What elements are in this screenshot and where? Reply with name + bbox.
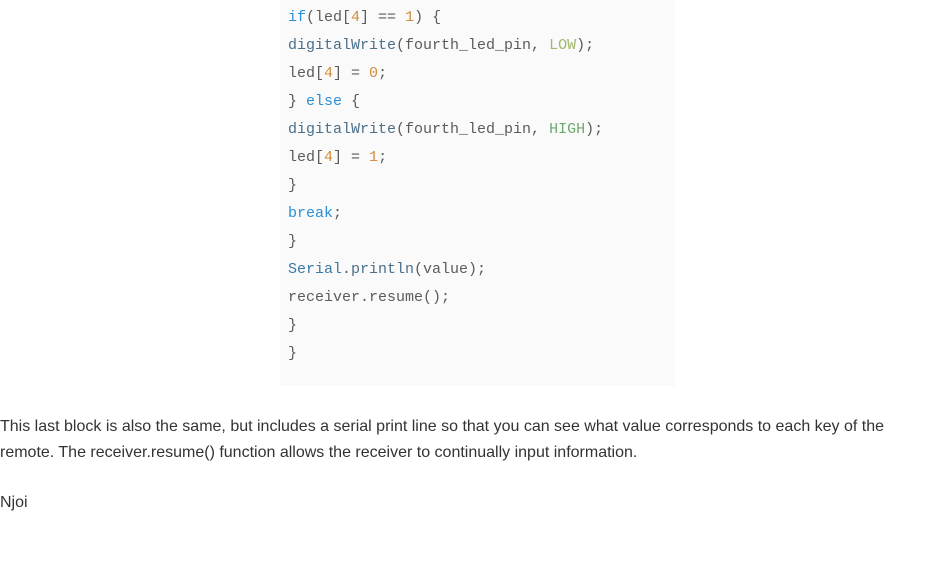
code-line-13: } xyxy=(280,340,675,368)
code-number: 0 xyxy=(369,65,378,82)
code-line-9: } xyxy=(280,228,675,256)
code-line-3: led[4] = 0; xyxy=(280,60,675,88)
code-text: ); xyxy=(585,121,603,138)
code-text: receiver.resume(); xyxy=(288,289,450,306)
code-text: } xyxy=(288,177,297,194)
code-const-low: LOW xyxy=(549,37,576,54)
keyword-break: break xyxy=(288,205,333,222)
code-text: ] == xyxy=(360,9,405,26)
paragraph-explanation: This last block is also the same, but in… xyxy=(0,414,945,466)
code-line-6: led[4] = 1; xyxy=(280,144,675,172)
code-fn-digitalwrite: digitalWrite xyxy=(288,37,396,54)
code-number: 4 xyxy=(351,9,360,26)
code-line-5: digitalWrite(fourth_led_pin, HIGH); xyxy=(280,116,675,144)
code-line-8: break; xyxy=(280,200,675,228)
code-line-1: if(led[4] == 1) { xyxy=(280,4,675,32)
code-line-4: } else { xyxy=(280,88,675,116)
code-text: } xyxy=(288,93,306,110)
code-text: } xyxy=(288,345,297,362)
code-fn-digitalwrite: digitalWrite xyxy=(288,121,396,138)
code-number: 1 xyxy=(405,9,414,26)
code-text: (value); xyxy=(414,261,486,278)
code-text: ); xyxy=(576,37,594,54)
code-text: } xyxy=(288,233,297,250)
code-const-high: HIGH xyxy=(549,121,585,138)
code-text: ) { xyxy=(414,9,441,26)
code-text: ] = xyxy=(333,65,369,82)
code-obj-serial: Serial xyxy=(288,261,342,278)
code-text: (fourth_led_pin, xyxy=(396,121,549,138)
code-block: if(led[4] == 1) { digitalWrite(fourth_le… xyxy=(280,0,675,386)
signoff-text: Njoi xyxy=(0,490,945,516)
code-text: { xyxy=(342,93,360,110)
code-text: (fourth_led_pin, xyxy=(396,37,549,54)
code-text: ; xyxy=(333,205,342,222)
code-fn-println: println xyxy=(351,261,414,278)
keyword-if: if xyxy=(288,9,306,26)
code-text: (led[ xyxy=(306,9,351,26)
code-number: 4 xyxy=(324,65,333,82)
code-line-2: digitalWrite(fourth_led_pin, LOW); xyxy=(280,32,675,60)
code-text: led[ xyxy=(288,149,324,166)
code-line-10: Serial.println(value); xyxy=(280,256,675,284)
code-text: ; xyxy=(378,65,387,82)
code-line-11: receiver.resume(); xyxy=(280,284,675,312)
code-line-12: } xyxy=(280,312,675,340)
code-text: } xyxy=(288,317,297,334)
code-text: . xyxy=(342,261,351,278)
code-line-7: } xyxy=(280,172,675,200)
keyword-else: else xyxy=(306,93,342,110)
code-number: 1 xyxy=(369,149,378,166)
code-text: ; xyxy=(378,149,387,166)
code-text: ] = xyxy=(333,149,369,166)
code-number: 4 xyxy=(324,149,333,166)
code-text: led[ xyxy=(288,65,324,82)
